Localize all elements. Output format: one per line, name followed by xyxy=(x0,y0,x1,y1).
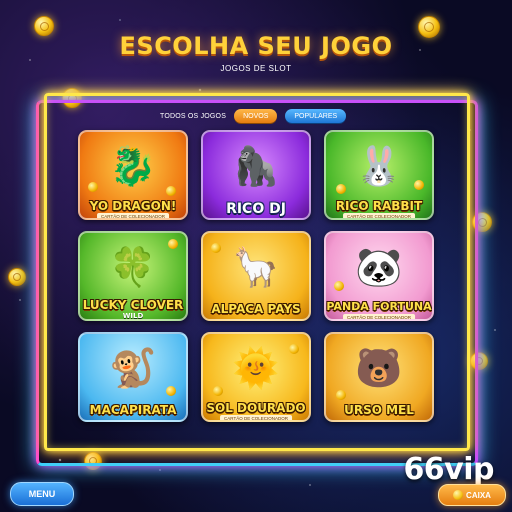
game-title: RICO DJ xyxy=(226,201,286,217)
coin-icon xyxy=(166,186,176,196)
coin-icon xyxy=(211,243,221,253)
filter-popular-button[interactable]: POPULARES xyxy=(285,109,347,123)
coin-icon xyxy=(453,490,464,500)
collector-card-tag: CARTÃO DE COLECIONADOR xyxy=(343,213,415,218)
coin-icon xyxy=(289,344,299,354)
alpaca-icon: 🦙 xyxy=(232,245,280,290)
coin-icon xyxy=(334,281,344,291)
coin-icon xyxy=(213,386,223,396)
game-title: PANDA FORTUNA xyxy=(326,300,432,313)
game-card-rico-rabbit[interactable]: 🐰 RICO RABBIT CARTÃO DE COLECIONADOR xyxy=(324,130,434,220)
page-title: ESCOLHA SEU JOGO xyxy=(119,32,393,60)
menu-button[interactable]: MENU xyxy=(10,482,74,506)
caixa-button[interactable]: CAIXA xyxy=(438,484,506,506)
game-card-lucky-clover[interactable]: 🍀 LUCKY CLOVER WILD xyxy=(78,231,188,321)
game-title: ALPACA PAYS xyxy=(211,302,301,316)
filter-new-button[interactable]: NOVOS xyxy=(234,109,278,123)
clover-icon: 🍀 xyxy=(109,245,157,290)
game-title: YO DRAGON! xyxy=(89,199,177,213)
collector-card-tag: CARTÃO DE COLECIONADOR xyxy=(97,213,169,218)
game-subtitle-wild: WILD xyxy=(122,312,144,320)
coin-icon xyxy=(88,182,98,192)
filter-bar: TODOS OS JOGOS NOVOS POPULARES xyxy=(160,108,347,124)
menu-button-label: MENU xyxy=(28,489,56,499)
collector-card-tag: CARTÃO DE COLECIONADOR xyxy=(220,415,292,420)
coin-icon xyxy=(166,386,176,396)
sun-icon: 🌞 xyxy=(232,346,280,391)
bear-icon: 🐻 xyxy=(355,346,403,391)
caixa-button-label: CAIXA xyxy=(466,490,491,500)
game-title: MACAPIRATA xyxy=(89,403,177,417)
coin-icon xyxy=(414,180,424,190)
coin-icon xyxy=(168,239,178,249)
panda-icon: 🐼 xyxy=(355,245,403,290)
game-title: RICO RABBIT xyxy=(335,199,423,213)
game-card-alpaca-pays[interactable]: 🦙 ALPACA PAYS xyxy=(201,231,311,321)
dragon-icon: 🐉 xyxy=(109,144,157,189)
coin-icon xyxy=(8,268,26,286)
game-card-panda-fortuna[interactable]: 🐼 PANDA FORTUNA CARTÃO DE COLECIONADOR xyxy=(324,231,434,321)
game-card-yo-dragon[interactable]: 🐉 YO DRAGON! CARTÃO DE COLECIONADOR xyxy=(78,130,188,220)
collector-card-tag: CARTÃO DE COLECIONADOR xyxy=(343,314,415,319)
brand-logo: 66vip xyxy=(403,452,494,487)
game-grid: 🐉 YO DRAGON! CARTÃO DE COLECIONADOR 🦍 RI… xyxy=(78,130,434,422)
pirate-monkey-icon: 🐒 xyxy=(109,346,157,391)
game-title: SOL DOURADO xyxy=(206,401,306,415)
filter-all-games[interactable]: TODOS OS JOGOS xyxy=(160,113,226,120)
game-card-macapirata[interactable]: 🐒 MACAPIRATA xyxy=(78,332,188,422)
game-card-urso-mel[interactable]: 🐻 URSO MEL xyxy=(324,332,434,422)
coin-icon xyxy=(336,390,346,400)
coin-icon xyxy=(336,184,346,194)
gorilla-dj-icon: 🦍 xyxy=(232,144,280,189)
game-card-sol-dourado[interactable]: 🌞 SOL DOURADO CARTÃO DE COLECIONADOR xyxy=(201,332,311,422)
rabbit-icon: 🐰 xyxy=(355,144,403,189)
game-title: LUCKY CLOVER xyxy=(82,298,184,312)
page-subtitle: JOGOS DE SLOT xyxy=(220,64,292,73)
game-card-rico-dj[interactable]: 🦍 RICO DJ xyxy=(201,130,311,220)
game-title: URSO MEL xyxy=(344,403,414,417)
